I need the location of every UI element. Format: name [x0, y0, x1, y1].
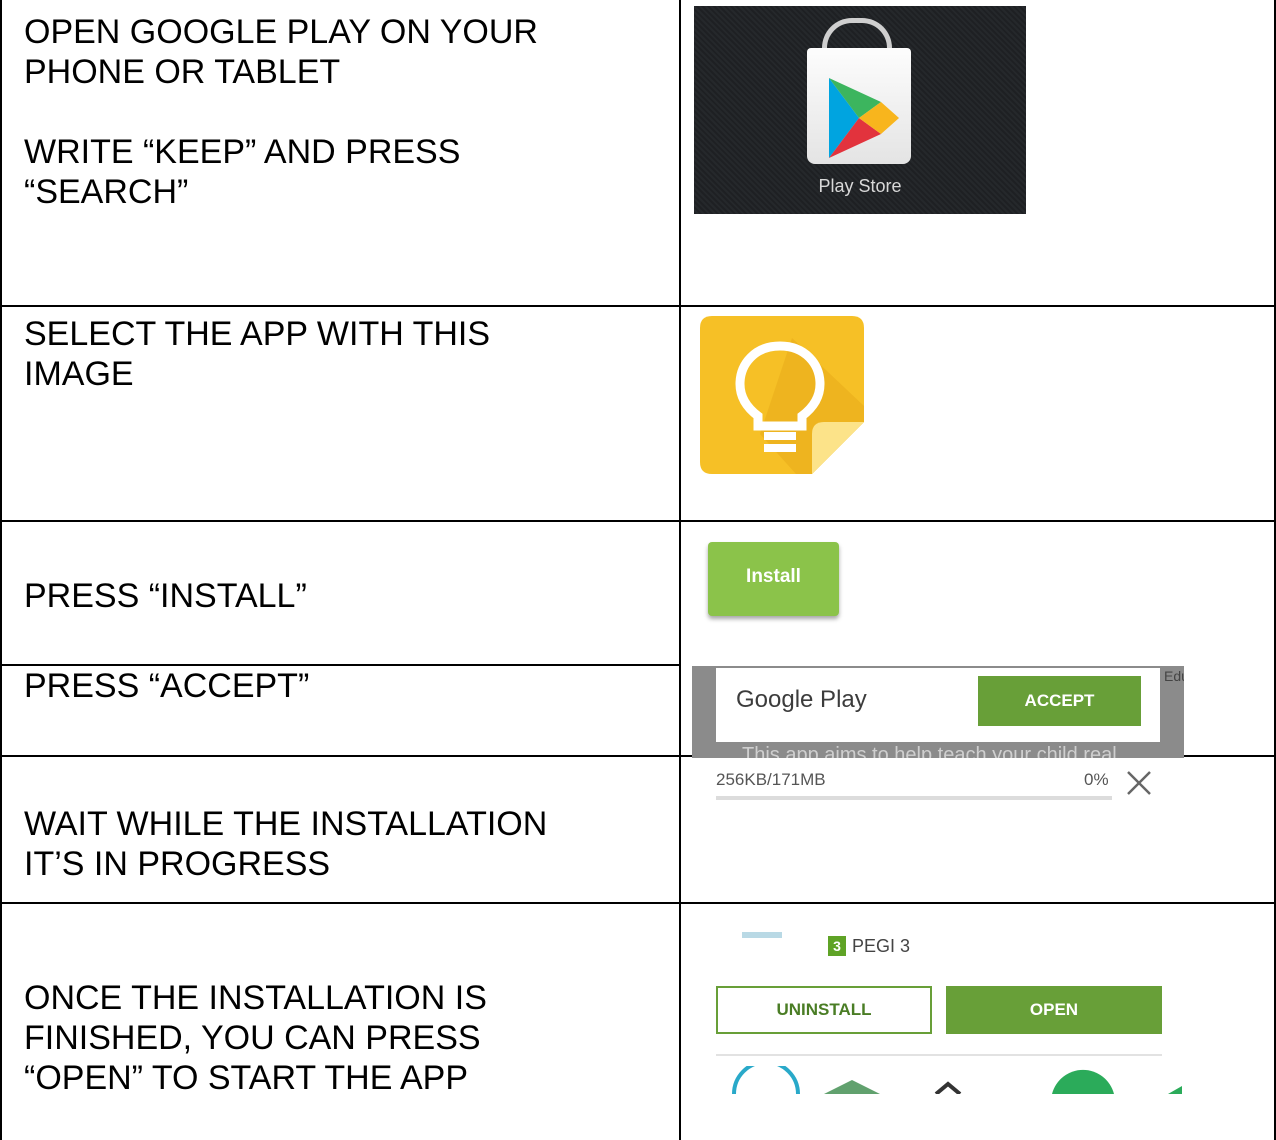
related-app-icon[interactable] — [934, 1081, 962, 1094]
open-button[interactable]: OPEN — [946, 986, 1162, 1034]
instruction-step-6: ONCE THE INSTALLATION IS FINISHED, YOU C… — [24, 979, 487, 1097]
related-app-icon[interactable] — [1168, 1086, 1182, 1094]
instruction-step-3: PRESS “INSTALL” — [24, 577, 307, 615]
table-border-left — [0, 0, 2, 1140]
play-store-screenshot: Play Store — [694, 6, 1026, 214]
table-column-divider — [679, 0, 681, 1140]
play-triangle-icon — [829, 78, 899, 158]
row-divider — [0, 902, 1276, 904]
underlay-text: This app aims to help teach your child r… — [742, 744, 1117, 758]
row-divider — [0, 520, 1276, 522]
lightbulb-note-icon — [700, 316, 864, 474]
instruction-step-1: OPEN GOOGLE PLAY ON YOUR PHONE OR TABLET… — [24, 13, 538, 211]
pegi-rating-label: PEGI 3 — [852, 936, 911, 956]
download-percent: 0% — [1084, 770, 1109, 789]
download-progress-bar — [716, 796, 1112, 800]
instruction-step-2: SELECT THE APP WITH THIS IMAGE — [24, 315, 491, 393]
install-button[interactable]: Install — [708, 542, 839, 616]
related-app-icon[interactable] — [732, 1066, 800, 1094]
app-icon-fragment — [742, 932, 782, 938]
edge-text: Edu — [1164, 668, 1184, 684]
related-app-icon[interactable] — [1052, 1069, 1114, 1094]
close-icon[interactable] — [1124, 768, 1154, 798]
instruction-step-4: PRESS “ACCEPT” — [24, 667, 310, 705]
row-divider — [0, 305, 1276, 307]
section-divider — [716, 1054, 1162, 1056]
play-store-bag-icon[interactable] — [807, 48, 911, 164]
download-size: 256KB/171MB — [716, 770, 826, 789]
related-apps-row — [732, 1066, 1182, 1094]
uninstall-button[interactable]: UNINSTALL — [716, 986, 932, 1034]
keep-app-icon[interactable] — [700, 316, 864, 474]
play-store-label: Play Store — [818, 176, 902, 196]
permissions-dialog: Google Play ACCEPT — [716, 668, 1160, 742]
accept-dialog-screenshot: This app aims to help teach your child r… — [692, 666, 1184, 758]
instruction-step-5: WAIT WHILE THE INSTALLATION IT’S IN PROG… — [24, 805, 548, 883]
related-app-icon[interactable] — [824, 1080, 880, 1094]
dialog-title: Google Play — [736, 686, 867, 713]
accept-button[interactable]: ACCEPT — [978, 676, 1141, 726]
pegi-rating-badge: 3 — [828, 936, 846, 956]
